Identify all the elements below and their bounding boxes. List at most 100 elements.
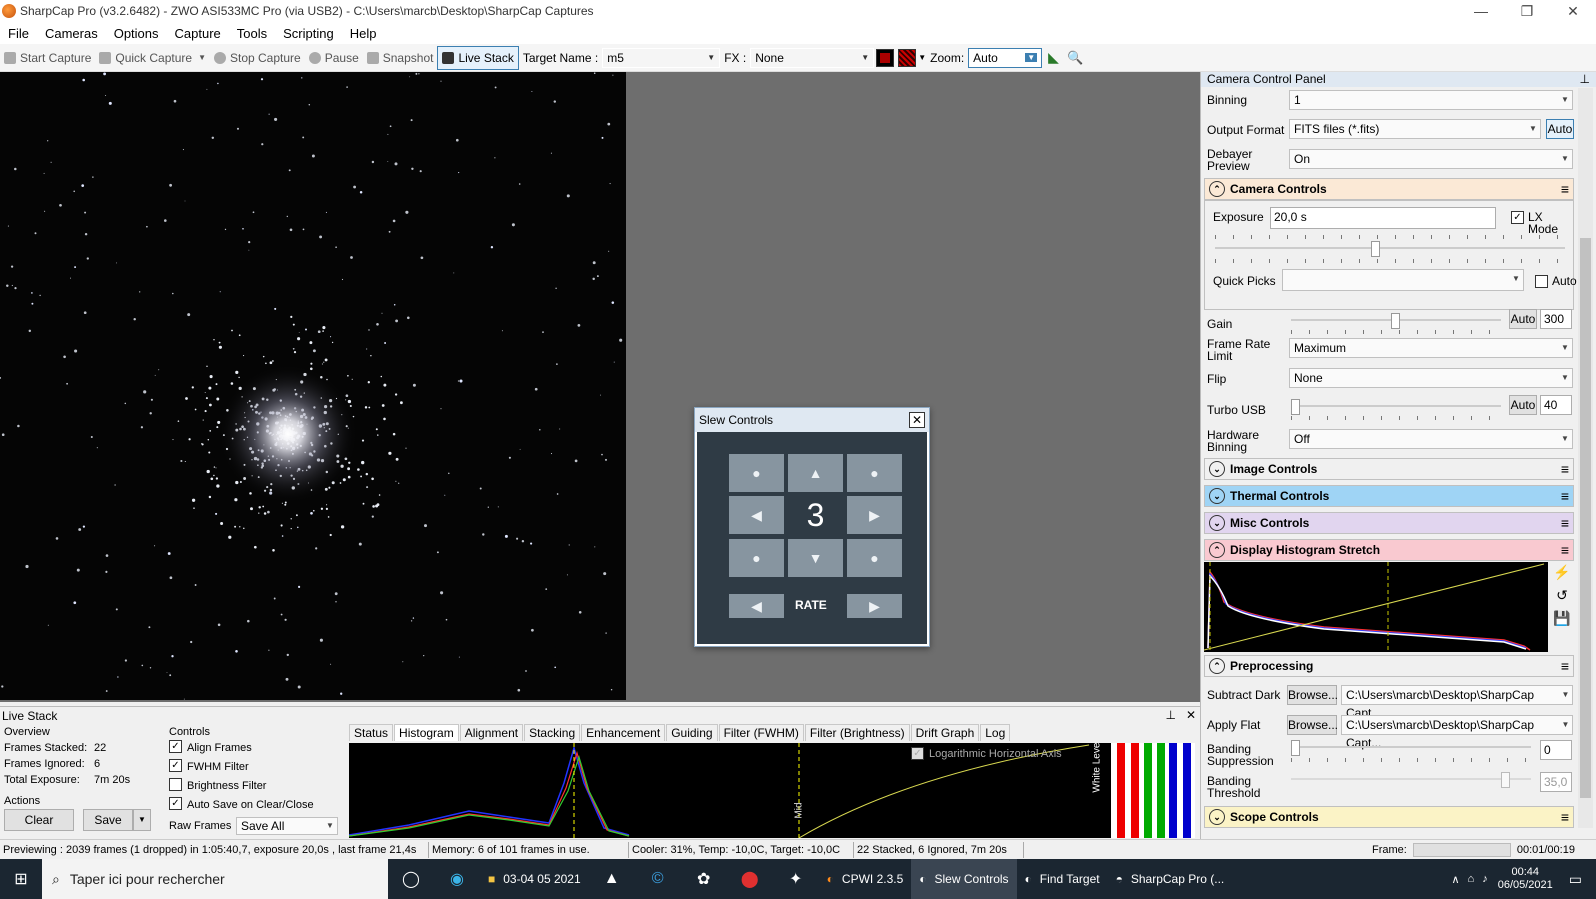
image-controls-header[interactable]: ⌄ Image Controls ≡ [1204, 458, 1574, 480]
output-format-select[interactable]: FITS files (*.fits) ▼ [1289, 119, 1541, 139]
stop-capture-button[interactable]: Stop Capture [210, 46, 305, 70]
lightning-icon[interactable]: ⚡ [1553, 564, 1570, 581]
apply-flat-select[interactable]: C:\Users\marcb\Desktop\SharpCap Capt... ▼ [1341, 715, 1573, 750]
slew-north-button[interactable]: ▲ [788, 454, 843, 492]
fx-combo[interactable]: None ▼ [750, 47, 875, 68]
taskbar-sharpcap[interactable]: ◓ SharpCap Pro (... [1108, 859, 1233, 899]
network-icon[interactable]: ⌂ [1468, 873, 1475, 885]
minimize-button[interactable]: — [1458, 0, 1504, 22]
app-icon-brain[interactable]: ✿ [681, 859, 727, 899]
banding-suppression-slider[interactable] [1291, 740, 1531, 756]
taskbar-find-target[interactable]: ◐ Find Target [1017, 859, 1108, 899]
exposure-input[interactable]: 20,0 s [1270, 207, 1496, 229]
slew-southwest-button[interactable]: ● [729, 539, 784, 577]
slew-southeast-button[interactable]: ● [847, 539, 902, 577]
scope-controls-header[interactable]: ⌄ Scope Controls ≡ [1204, 806, 1574, 828]
magnifier-icon[interactable]: 🔍 [1067, 50, 1083, 66]
taskbar-folder[interactable]: ■ 03-04 05 2021 [480, 859, 589, 899]
gain-auto-button[interactable]: Auto [1509, 309, 1537, 329]
quick-picks-select[interactable]: ▼ [1282, 269, 1524, 291]
notifications-icon[interactable]: ▭ [1569, 871, 1582, 888]
tab-log[interactable]: Log [980, 724, 1011, 741]
slew-west-button[interactable]: ◀ [729, 496, 784, 534]
menu-file[interactable]: File [0, 26, 37, 41]
display-histogram-header[interactable]: ⌃ Display Histogram Stretch ≡ [1204, 539, 1574, 561]
focus-grid-icon[interactable] [898, 48, 917, 67]
save-icon[interactable]: 💾 [1553, 610, 1570, 627]
menu-cameras[interactable]: Cameras [37, 26, 106, 41]
hamburger-menu-icon[interactable]: ≡ [1561, 658, 1569, 674]
lx-mode-checkbox[interactable]: ✓ [1511, 211, 1524, 224]
close-icon[interactable]: ✕ [1186, 708, 1196, 722]
histogram-icon[interactable]: ◣ [1048, 49, 1059, 66]
slew-south-button[interactable]: ▼ [788, 539, 843, 577]
subtract-dark-select[interactable]: C:\Users\marcb\Desktop\SharpCap Capt... ▼ [1341, 685, 1573, 720]
preprocessing-header[interactable]: ⌃ Preprocessing ≡ [1204, 655, 1574, 677]
log-axis-checkbox[interactable]: ✓ [911, 747, 924, 760]
apply-flat-browse-button[interactable]: Browse... [1287, 715, 1338, 735]
scrollbar-thumb[interactable] [1580, 238, 1591, 798]
image-viewer[interactable]: Slew Controls ✕ ● ▲ ● ◀ 3 ▶ ● ▼ ● ◀ RATE… [0, 72, 1200, 702]
task-view-icon[interactable]: ◯ [388, 859, 434, 899]
raw-frames-select[interactable]: Save All ▼ [236, 817, 338, 835]
align-frames-checkbox[interactable]: ✓ [169, 740, 182, 753]
chevron-up-icon[interactable]: ∧ [1451, 873, 1459, 886]
menu-tools[interactable]: Tools [229, 26, 275, 41]
banding-threshold-slider[interactable] [1291, 772, 1531, 788]
start-capture-button[interactable]: Start Capture [0, 46, 95, 70]
flip-select[interactable]: None ▼ [1289, 368, 1573, 388]
tab-drift-graph[interactable]: Drift Graph [910, 724, 980, 741]
hamburger-menu-icon[interactable]: ≡ [1561, 488, 1569, 504]
app-icon-c[interactable]: © [635, 859, 681, 899]
live-stack-button[interactable]: Live Stack [437, 45, 519, 70]
banding-threshold-input[interactable]: 35,0 [1540, 772, 1572, 792]
menu-options[interactable]: Options [106, 26, 167, 41]
slew-northwest-button[interactable]: ● [729, 454, 784, 492]
clock[interactable]: 00:44 06/05/2021 [1498, 866, 1553, 892]
menu-scripting[interactable]: Scripting [275, 26, 342, 41]
hamburger-menu-icon[interactable]: ≡ [1561, 542, 1569, 558]
camera-controls-header[interactable]: ⌃ Camera Controls ≡ [1204, 178, 1574, 200]
debayer-select[interactable]: On ▼ [1289, 149, 1573, 169]
hamburger-menu-icon[interactable]: ≡ [1561, 181, 1569, 197]
tab-stacking[interactable]: Stacking [524, 724, 581, 741]
menu-capture[interactable]: Capture [167, 26, 229, 41]
reset-icon[interactable]: ↺ [1556, 587, 1568, 604]
rate-increase-button[interactable]: ▶ [847, 594, 902, 618]
brightness-filter-checkbox[interactable] [169, 778, 182, 791]
panel-scrollbar[interactable] [1578, 88, 1593, 828]
live-stack-histogram[interactable]: ✓ Logarithmic Horizontal Axis Mid White … [349, 743, 1195, 838]
windows-start-icon[interactable]: ⊞ [0, 859, 42, 899]
turbo-usb-auto-button[interactable]: Auto [1509, 395, 1537, 415]
target-name-combo[interactable]: m5 ▼ [602, 47, 721, 68]
hardware-binning-select[interactable]: Off ▼ [1289, 429, 1573, 449]
edge-icon[interactable]: ◉ [434, 859, 480, 899]
turbo-usb-slider[interactable] [1291, 399, 1501, 415]
banding-suppression-input[interactable]: 0 [1540, 740, 1572, 760]
zoom-combo[interactable]: Auto ▼ [968, 47, 1043, 68]
misc-controls-header[interactable]: ⌄ Misc Controls ≡ [1204, 512, 1574, 534]
hamburger-menu-icon[interactable]: ≡ [1561, 809, 1569, 825]
tab-filter-brightness[interactable]: Filter (Brightness) [804, 724, 910, 741]
pin-icon[interactable]: ⊥ [1165, 708, 1175, 722]
output-format-auto-button[interactable]: Auto [1546, 119, 1574, 139]
subtract-dark-browse-button[interactable]: Browse... [1287, 685, 1338, 705]
hamburger-menu-icon[interactable]: ≡ [1561, 461, 1569, 477]
app-icon-star[interactable]: ✦ [773, 859, 819, 899]
frame-rate-select[interactable]: Maximum ▼ [1289, 338, 1573, 358]
slew-northeast-button[interactable]: ● [847, 454, 902, 492]
chevron-down-icon[interactable]: ▼ [198, 53, 206, 62]
exposure-slider[interactable] [1215, 241, 1565, 257]
turbo-usb-input[interactable]: 40 [1540, 395, 1572, 415]
rate-decrease-button[interactable]: ◀ [729, 594, 784, 618]
quick-picks-auto-checkbox[interactable] [1535, 275, 1548, 288]
auto-save-checkbox[interactable]: ✓ [169, 797, 182, 810]
close-icon[interactable]: ✕ [909, 412, 925, 428]
pin-icon[interactable]: ⊥ [1580, 72, 1596, 87]
tab-status[interactable]: Status [349, 724, 394, 741]
snapshot-button[interactable]: Snapshot [363, 46, 438, 70]
chevron-down-icon[interactable]: ▼ [133, 809, 151, 831]
pause-button[interactable]: Pause [305, 46, 363, 70]
app-icon-red[interactable]: ⬤ [727, 859, 773, 899]
log-axis-toggle[interactable]: ✓ Logarithmic Horizontal Axis [911, 747, 1062, 760]
